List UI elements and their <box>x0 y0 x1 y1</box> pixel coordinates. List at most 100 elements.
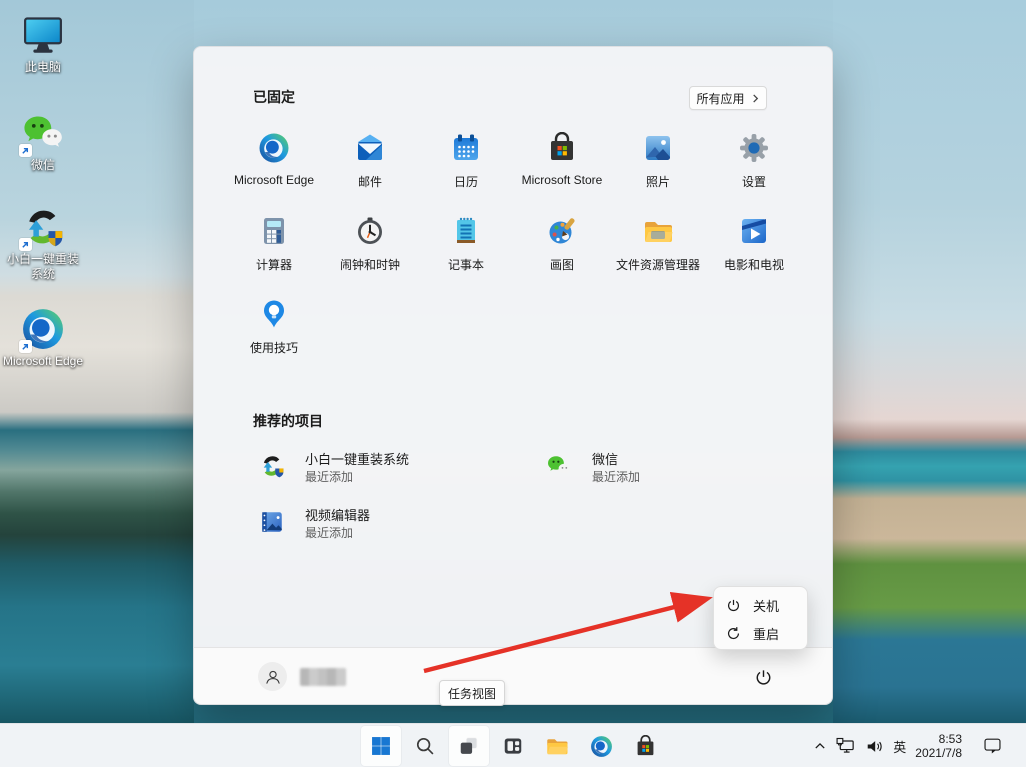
user-account-button[interactable] <box>258 662 346 691</box>
restart-menu-item[interactable]: 重启 <box>714 619 807 647</box>
desktop-icon-xiaobai[interactable]: 小白一键重装系统 <box>0 204 86 282</box>
all-apps-label: 所有应用 <box>696 90 744 107</box>
user-name-blurred <box>300 668 346 686</box>
recommended-item-title: 微信 <box>592 451 640 468</box>
clock-time: 8:53 <box>915 732 962 746</box>
app-tile-calendar[interactable]: 日历 <box>418 126 514 209</box>
app-label: 记事本 <box>448 256 484 273</box>
file-explorer-icon <box>642 215 674 247</box>
microsoft-store-icon <box>634 735 657 758</box>
app-tile-file-explorer[interactable]: 文件资源管理器 <box>610 209 706 292</box>
pinned-section-header: 已固定 <box>253 87 295 107</box>
desktop-icon-label: 小白一键重装系统 <box>2 252 84 282</box>
edge-button[interactable] <box>581 726 621 766</box>
power-icon <box>754 668 773 687</box>
microsoft-store-icon <box>546 132 578 164</box>
calculator-icon <box>258 215 290 247</box>
app-label: 邮件 <box>358 173 382 190</box>
app-label: 画图 <box>550 256 574 273</box>
all-apps-button[interactable]: 所有应用 <box>689 86 767 110</box>
app-tile-photos[interactable]: 照片 <box>610 126 706 209</box>
taskbar: 英 8:53 2021/7/8 <box>0 723 1026 767</box>
hidden-icons-chevron[interactable] <box>813 739 827 753</box>
chevron-up-icon <box>813 739 827 753</box>
file-explorer-button[interactable] <box>537 726 577 766</box>
task-view-tooltip: 任务视图 <box>439 680 505 706</box>
task-view-button[interactable] <box>449 726 489 766</box>
app-tile-tips[interactable]: 使用技巧 <box>226 292 322 375</box>
power-flyout-menu: 关机 重启 <box>713 586 808 650</box>
volume-status[interactable] <box>865 738 884 755</box>
ethernet-network-icon <box>836 737 856 755</box>
movies-tv-icon <box>738 215 770 247</box>
file-explorer-icon <box>545 734 569 758</box>
user-avatar-icon <box>258 662 287 691</box>
settings-gear-icon <box>738 132 770 164</box>
recommended-item-title: 视频编辑器 <box>305 507 370 524</box>
widgets-icon <box>502 735 524 757</box>
xiaobai-reinstall-icon <box>20 204 66 250</box>
wallpaper-grass-river <box>833 0 1026 723</box>
photos-icon <box>642 132 674 164</box>
search-icon <box>414 735 436 757</box>
recommended-item-subtitle: 最近添加 <box>305 525 370 541</box>
app-tile-notepad[interactable]: 记事本 <box>418 209 514 292</box>
shortcut-arrow-icon <box>19 340 32 353</box>
app-tile-settings[interactable]: 设置 <box>706 126 802 209</box>
app-tile-mail[interactable]: 邮件 <box>322 126 418 209</box>
paint-icon <box>546 215 578 247</box>
restart-label: 重启 <box>753 624 779 643</box>
edge-icon <box>590 735 613 758</box>
app-tile-microsoft-edge[interactable]: Microsoft Edge <box>226 126 322 209</box>
wechat-icon <box>546 453 572 479</box>
speaker-icon <box>865 738 884 755</box>
widgets-button[interactable] <box>493 726 533 766</box>
notification-bubble-icon <box>983 737 1002 755</box>
app-label: 照片 <box>646 173 670 190</box>
app-label: 闹钟和时钟 <box>340 256 400 273</box>
app-label: 使用技巧 <box>250 339 298 356</box>
recommended-item-subtitle: 最近添加 <box>305 469 409 485</box>
power-icon <box>726 598 741 613</box>
app-label: 计算器 <box>256 256 292 273</box>
app-tile-movies-tv[interactable]: 电影和电视 <box>706 209 802 292</box>
search-button[interactable] <box>405 726 445 766</box>
start-button[interactable] <box>361 726 401 766</box>
network-status[interactable] <box>836 737 856 755</box>
pinned-apps-grid: Microsoft Edge 邮件 日历 Microsoft Store 照片 … <box>226 126 802 375</box>
alarm-clock-icon <box>354 215 386 247</box>
shutdown-label: 关机 <box>753 596 779 615</box>
app-tile-alarms-clock[interactable]: 闹钟和时钟 <box>322 209 418 292</box>
desktop-icon-wechat[interactable]: 微信 <box>0 110 86 173</box>
desktop-icon-label: Microsoft Edge <box>2 354 84 369</box>
tips-lightbulb-icon <box>258 298 290 330</box>
desktop-icon-this-pc[interactable]: 此电脑 <box>0 12 86 75</box>
shutdown-menu-item[interactable]: 关机 <box>714 591 807 619</box>
app-tile-calculator[interactable]: 计算器 <box>226 209 322 292</box>
notepad-icon <box>450 215 482 247</box>
recommended-item-title: 小白一键重装系统 <box>305 451 409 468</box>
shortcut-arrow-icon <box>19 238 32 251</box>
recommended-item-xiaobai[interactable]: 小白一键重装系统 最近添加 <box>259 451 546 485</box>
windows-logo-icon <box>370 735 392 757</box>
shortcut-arrow-icon <box>19 144 32 157</box>
recommended-item-video-editor[interactable]: 视频编辑器 最近添加 <box>259 507 546 541</box>
power-button[interactable] <box>750 664 776 690</box>
recommended-item-subtitle: 最近添加 <box>592 469 640 485</box>
recommended-section-header: 推荐的项目 <box>253 411 323 431</box>
desktop-icon-edge[interactable]: Microsoft Edge <box>0 306 86 369</box>
clock[interactable]: 8:53 2021/7/8 <box>915 732 962 760</box>
xiaobai-reinstall-icon <box>259 453 285 479</box>
wechat-icon <box>20 110 66 156</box>
microsoft-store-button[interactable] <box>625 726 665 766</box>
app-tile-microsoft-store[interactable]: Microsoft Store <box>514 126 610 209</box>
app-label: 文件资源管理器 <box>616 256 700 273</box>
recommended-item-wechat[interactable]: 微信 最近添加 <box>546 451 833 485</box>
task-view-icon <box>458 735 480 757</box>
clock-date: 2021/7/8 <box>915 746 962 760</box>
app-tile-paint[interactable]: 画图 <box>514 209 610 292</box>
notification-center-button[interactable] <box>978 732 1006 760</box>
this-pc-icon <box>20 12 66 58</box>
system-tray: 英 8:53 2021/7/8 <box>813 724 962 767</box>
input-method-indicator[interactable]: 英 <box>893 737 906 756</box>
